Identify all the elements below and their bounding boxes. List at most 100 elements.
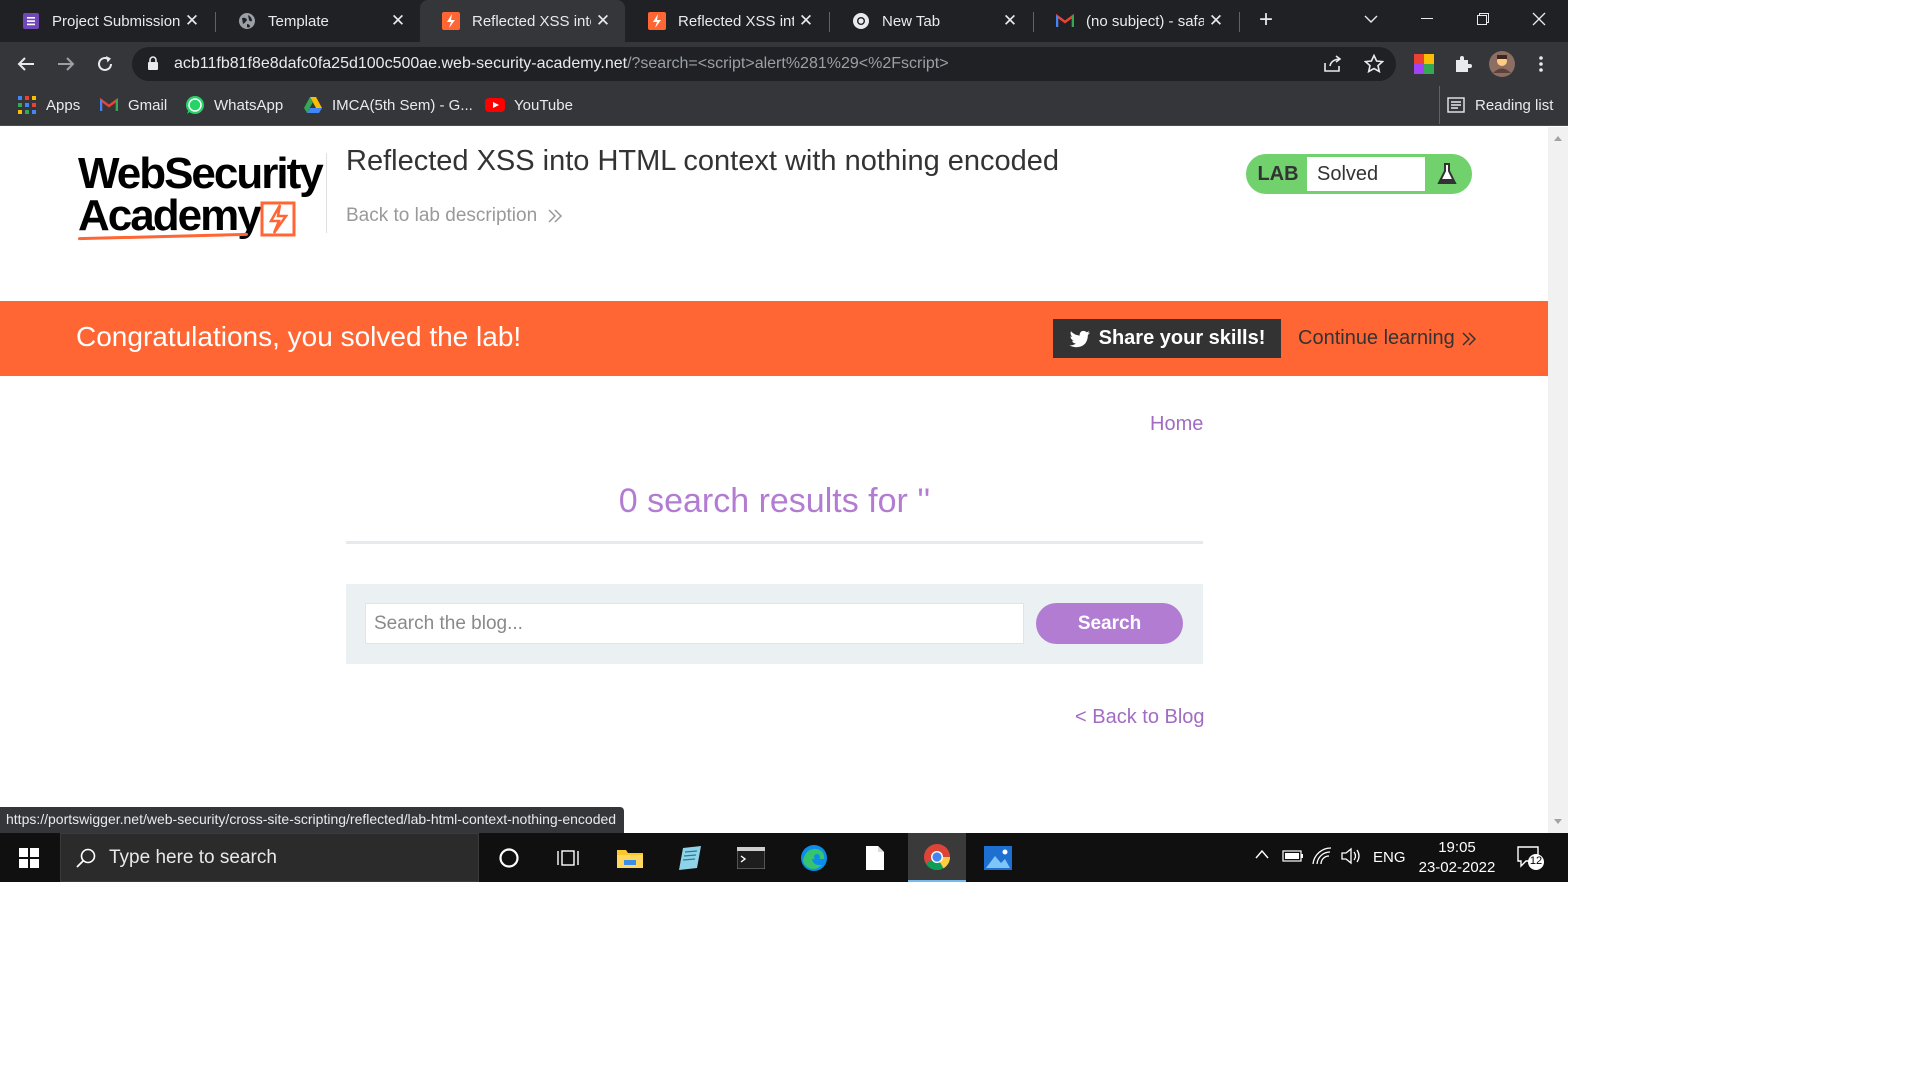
back-to-lab-description-link[interactable]: Back to lab description <box>346 205 563 227</box>
chrome-taskbar-icon[interactable] <box>908 833 966 882</box>
address-bar[interactable]: acb11fb81f8e8dafc0fa25d100c500ae.web-sec… <box>132 47 1396 81</box>
close-tab-icon[interactable]: ✕ <box>998 11 1022 31</box>
browser-toolbar: acb11fb81f8e8dafc0fa25d100c500ae.web-sec… <box>0 42 1568 86</box>
profile-avatar[interactable] <box>1488 50 1516 78</box>
tab-reflected-xss[interactable]: Reflected XSS into HTML ✕ <box>626 0 828 42</box>
volume-icon[interactable] <box>1340 847 1362 869</box>
apps-grid-icon <box>17 95 37 115</box>
terminal-icon[interactable] <box>722 833 780 882</box>
photos-app-icon[interactable] <box>969 833 1027 882</box>
google-drive-icon <box>303 95 323 115</box>
extensions-puzzle-icon[interactable] <box>1449 50 1477 78</box>
gmail-icon <box>99 95 119 115</box>
reading-list-icon <box>1446 95 1466 115</box>
search-button[interactable]: Search <box>1036 603 1183 644</box>
close-tab-icon[interactable]: ✕ <box>386 11 410 31</box>
reload-icon[interactable] <box>91 50 119 78</box>
scroll-up-icon[interactable] <box>1548 129 1568 149</box>
lab-title: Reflected XSS into HTML context with not… <box>346 145 1060 177</box>
bookmark-star-icon[interactable] <box>1363 53 1385 79</box>
file-explorer-icon[interactable] <box>601 833 659 882</box>
close-tab-icon[interactable]: ✕ <box>591 11 615 31</box>
lab-badge-status: Solved <box>1307 157 1425 191</box>
bookmark-gmail[interactable]: Gmail <box>99 94 167 116</box>
portswigger-icon <box>648 12 666 30</box>
search-form: Search <box>346 584 1203 664</box>
lightning-icon <box>258 199 298 244</box>
tab-title: Project Submission <box>52 12 180 30</box>
notification-count: 12 <box>1529 855 1543 867</box>
battery-icon[interactable] <box>1282 849 1304 867</box>
clock-date: 23-02-2022 <box>1418 859 1496 876</box>
close-tab-icon[interactable]: ✕ <box>794 11 818 31</box>
portswigger-icon <box>442 12 460 30</box>
close-window-icon[interactable] <box>1516 0 1562 38</box>
logo-line-1: WebSecurity <box>78 149 324 198</box>
search-icon <box>76 848 96 868</box>
task-view-icon[interactable] <box>539 833 597 882</box>
minimize-icon[interactable] <box>1404 0 1450 38</box>
wifi-icon[interactable] <box>1312 847 1334 869</box>
double-chevron-right-icon <box>547 208 563 224</box>
search-input[interactable] <box>365 603 1024 644</box>
cortana-icon[interactable] <box>480 833 538 882</box>
notification-center-icon[interactable]: 12 <box>1516 845 1546 875</box>
home-link[interactable]: Home <box>1150 413 1203 436</box>
close-tab-icon[interactable]: ✕ <box>1204 11 1228 31</box>
back-to-lab-description-label: Back to lab description <box>346 205 538 226</box>
restore-icon[interactable] <box>1460 0 1506 38</box>
tab-reflected-xss-active[interactable]: Reflected XSS into HTML ✕ <box>420 0 625 42</box>
new-tab-button[interactable]: + <box>1253 7 1279 35</box>
whatsapp-icon <box>185 95 205 115</box>
back-to-blog-link[interactable]: < Back to Blog <box>1075 706 1205 729</box>
windows-taskbar: Type here to search ENG 19:05 23-02-2022 <box>0 833 1568 882</box>
logo-divider <box>326 153 327 233</box>
tab-gmail[interactable]: (no subject) - safaly ✕ <box>1034 0 1238 42</box>
browser-tab-strip: Project Submission ✕ Template ✕ Reflecte… <box>0 0 1568 42</box>
tray-chevron-up-icon[interactable] <box>1254 847 1270 864</box>
forward-arrow-icon[interactable] <box>52 50 80 78</box>
url-text[interactable]: acb11fb81f8e8dafc0fa25d100c500ae.web-sec… <box>174 55 949 73</box>
url-host: acb11fb81f8e8dafc0fa25d100c500ae.web-sec… <box>174 55 628 72</box>
notepad-app-icon[interactable] <box>661 833 719 882</box>
scroll-down-icon[interactable] <box>1548 811 1568 831</box>
bookmark-apps[interactable]: Apps <box>17 94 80 116</box>
more-menu-icon[interactable] <box>1527 50 1555 78</box>
forms-icon <box>22 12 40 30</box>
extension-colorful-icon[interactable] <box>1410 50 1438 78</box>
youtube-icon <box>485 95 505 115</box>
tab-search-icon[interactable] <box>1348 0 1394 38</box>
clock-time: 19:05 <box>1438 839 1476 856</box>
share-skills-button[interactable]: Share your skills! <box>1053 319 1281 358</box>
divider <box>346 541 1203 544</box>
web-security-academy-logo[interactable]: WebSecurity Academy <box>77 149 328 241</box>
chrome-icon <box>852 12 870 30</box>
url-query: /?search=<script>alert%281%29<%2Fscript> <box>627 55 949 72</box>
continue-learning-link[interactable]: Continue learning <box>1298 327 1477 350</box>
tab-template[interactable]: Template ✕ <box>216 0 420 42</box>
reading-list-label: Reading list <box>1475 96 1554 114</box>
double-chevron-right-icon <box>1461 331 1477 347</box>
bookmark-imca-drive[interactable]: IMCA(5th Sem) - G... <box>303 94 473 116</box>
close-tab-icon[interactable]: ✕ <box>180 11 204 31</box>
system-clock[interactable]: 19:05 23-02-2022 <box>1412 838 1502 878</box>
back-arrow-icon[interactable] <box>12 50 40 78</box>
blank-document-icon[interactable] <box>846 833 904 882</box>
lock-icon[interactable] <box>147 56 159 76</box>
taskbar-search-box[interactable]: Type here to search <box>60 833 479 882</box>
edge-browser-icon[interactable] <box>785 833 843 882</box>
page-scrollbar[interactable] <box>1548 127 1568 833</box>
twitter-icon <box>1069 330 1090 347</box>
windows-start-icon[interactable] <box>0 833 58 882</box>
share-skills-label: Share your skills! <box>1098 327 1266 349</box>
tab-project-submission[interactable]: Project Submission ✕ <box>0 0 214 42</box>
continue-learning-label: Continue learning <box>1298 327 1455 349</box>
language-indicator[interactable]: ENG <box>1373 849 1406 866</box>
tab-new-tab[interactable]: New Tab ✕ <box>830 0 1032 42</box>
share-page-icon[interactable] <box>1323 55 1343 78</box>
reading-list-button[interactable]: Reading list <box>1446 94 1553 116</box>
tab-title: Reflected XSS into HTML <box>678 12 794 30</box>
lab-badge-label: LAB <box>1257 162 1299 185</box>
bookmark-whatsapp[interactable]: WhatsApp <box>185 94 283 116</box>
bookmark-youtube[interactable]: YouTube <box>485 94 573 116</box>
